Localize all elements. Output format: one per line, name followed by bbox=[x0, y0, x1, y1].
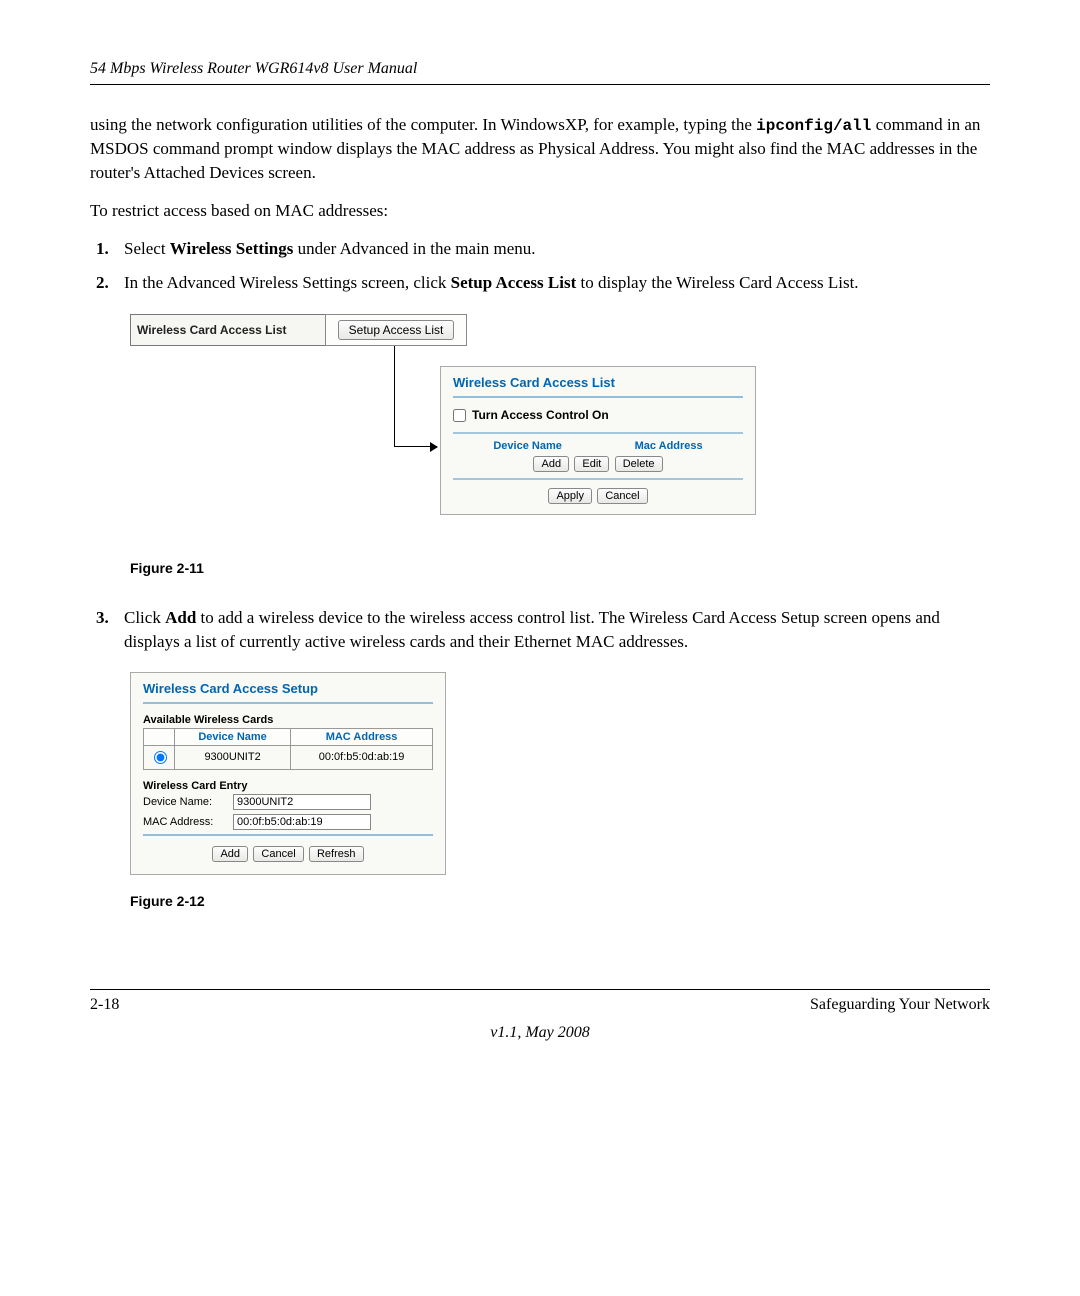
footer-page-number: 2-18 bbox=[90, 996, 119, 1014]
figure-2-12-caption: Figure 2-12 bbox=[130, 893, 990, 909]
intro-part1: using the network configuration utilitie… bbox=[90, 115, 756, 134]
add-button[interactable]: Add bbox=[533, 456, 569, 472]
access-list-panel: Wireless Card Access List Turn Access Co… bbox=[440, 366, 756, 515]
step-3-post: to add a wireless device to the wireless… bbox=[124, 608, 940, 651]
panel-divider bbox=[143, 702, 433, 704]
restrict-intro: To restrict access based on MAC addresse… bbox=[90, 199, 990, 223]
edit-button[interactable]: Edit bbox=[574, 456, 609, 472]
refresh-button[interactable]: Refresh bbox=[309, 846, 364, 862]
step-1-pre: Select bbox=[124, 239, 170, 258]
step-3-bold: Add bbox=[165, 608, 196, 627]
step-2-bold: Setup Access List bbox=[451, 273, 577, 292]
figure-2-12: Wireless Card Access Setup Available Wir… bbox=[130, 672, 990, 875]
card-select-radio[interactable] bbox=[154, 751, 167, 764]
step-2-pre: In the Advanced Wireless Settings screen… bbox=[124, 273, 451, 292]
delete-button[interactable]: Delete bbox=[615, 456, 663, 472]
footer-version: v1.1, May 2008 bbox=[90, 1024, 990, 1042]
column-device-name: Device Name bbox=[175, 728, 291, 745]
step-2: 2. In the Advanced Wireless Settings scr… bbox=[90, 271, 990, 295]
page-footer: 2-18 Safeguarding Your Network bbox=[90, 989, 990, 1014]
apply-button[interactable]: Apply bbox=[548, 488, 592, 504]
figure-2-11: Wireless Card Access List Setup Access L… bbox=[130, 312, 740, 542]
turn-access-control-checkbox[interactable] bbox=[453, 409, 466, 422]
access-setup-title: Wireless Card Access Setup bbox=[143, 681, 433, 696]
column-select bbox=[144, 728, 175, 745]
column-mac-address: Mac Address bbox=[635, 440, 703, 452]
setup-access-list-button[interactable]: Setup Access List bbox=[338, 320, 455, 340]
connector-line-vertical bbox=[394, 346, 395, 446]
ipconfig-command: ipconfig/all bbox=[756, 117, 871, 135]
column-mac-address: MAC Address bbox=[291, 728, 433, 745]
device-name-label: Device Name: bbox=[143, 796, 233, 808]
step-2-post: to display the Wireless Card Access List… bbox=[576, 273, 858, 292]
panel-divider bbox=[143, 834, 433, 836]
cancel-button[interactable]: Cancel bbox=[597, 488, 647, 504]
figure-2-11-caption: Figure 2-11 bbox=[130, 560, 990, 576]
column-device-name: Device Name bbox=[493, 440, 562, 452]
panel-divider bbox=[453, 396, 743, 398]
table-row: 9300UNIT2 00:0f:b5:0d:ab:19 bbox=[144, 745, 433, 769]
device-list-box: Device Name Mac Address Add Edit Delete bbox=[453, 432, 743, 480]
step-3-number: 3. bbox=[96, 606, 124, 654]
add-button[interactable]: Add bbox=[212, 846, 248, 862]
step-2-number: 2. bbox=[96, 271, 124, 295]
step-3-pre: Click bbox=[124, 608, 165, 627]
row-device-name: 9300UNIT2 bbox=[175, 745, 291, 769]
page-header: 54 Mbps Wireless Router WGR614v8 User Ma… bbox=[90, 60, 990, 85]
access-list-label-box: Wireless Card Access List bbox=[130, 314, 334, 346]
turn-access-control-label: Turn Access Control On bbox=[472, 408, 609, 422]
footer-section-title: Safeguarding Your Network bbox=[810, 996, 990, 1014]
row-mac-address: 00:0f:b5:0d:ab:19 bbox=[291, 745, 433, 769]
available-cards-table: Device Name MAC Address 9300UNIT2 00:0f:… bbox=[143, 728, 433, 770]
intro-paragraph: using the network configuration utilitie… bbox=[90, 113, 990, 185]
cancel-button[interactable]: Cancel bbox=[253, 846, 303, 862]
setup-access-list-box: Setup Access List bbox=[325, 314, 467, 346]
mac-address-input[interactable] bbox=[233, 814, 371, 830]
available-cards-heading: Available Wireless Cards bbox=[143, 714, 433, 726]
step-1-bold: Wireless Settings bbox=[170, 239, 294, 258]
step-1: 1. Select Wireless Settings under Advanc… bbox=[90, 237, 990, 261]
step-1-number: 1. bbox=[96, 237, 124, 261]
access-list-panel-title: Wireless Card Access List bbox=[453, 375, 743, 390]
access-setup-panel: Wireless Card Access Setup Available Wir… bbox=[130, 672, 446, 875]
table-header-row: Device Name MAC Address bbox=[144, 728, 433, 745]
mac-address-label: MAC Address: bbox=[143, 816, 233, 828]
connector-arrow-icon bbox=[394, 446, 437, 447]
device-name-input[interactable] bbox=[233, 794, 371, 810]
wireless-card-entry-heading: Wireless Card Entry bbox=[143, 780, 433, 792]
step-3: 3. Click Add to add a wireless device to… bbox=[90, 606, 990, 654]
step-1-post: under Advanced in the main menu. bbox=[293, 239, 535, 258]
